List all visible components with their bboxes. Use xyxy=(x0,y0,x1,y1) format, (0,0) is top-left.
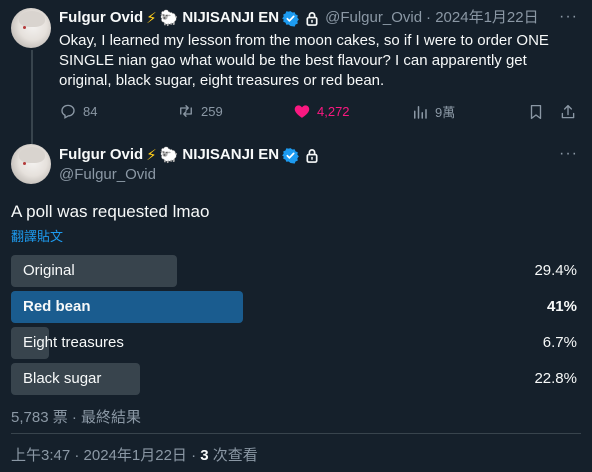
tweet-date[interactable]: · 2024年1月22日 xyxy=(426,8,539,28)
main-author-row: Fulgur Ovid ⚡ 🐑 NIJISANJI EN xyxy=(59,145,319,165)
more-options-icon[interactable]: ··· xyxy=(559,8,578,26)
poll-option: Red bean 41% xyxy=(11,291,577,323)
poll-option-label: Red bean xyxy=(23,298,91,315)
poll-option-percent: 41% xyxy=(546,298,577,315)
like-count: 4,272 xyxy=(317,103,350,119)
views-chart-icon xyxy=(414,105,427,119)
views-button[interactable]: 9萬 xyxy=(411,102,455,121)
handle[interactable]: @Fulgur_Ovid xyxy=(59,166,156,183)
translate-post-link[interactable]: 翻譯貼文 xyxy=(11,226,63,245)
poll-option-percent: 29.4% xyxy=(534,262,577,279)
display-name[interactable]: Fulgur Ovid xyxy=(59,8,143,28)
more-options-icon[interactable]: ··· xyxy=(559,145,578,163)
views-count: 9萬 xyxy=(435,105,456,120)
name-suffix[interactable]: NIJISANJI EN xyxy=(182,8,279,28)
poll-option-label: Black sugar xyxy=(23,370,102,387)
reply-count: 84 xyxy=(83,103,98,119)
poll-option: Eight treasures 6.7% xyxy=(11,327,577,359)
tweet-actions: 84 259 4,272 9萬 xyxy=(59,102,579,122)
retweet-icon xyxy=(180,105,192,117)
bookmark-icon[interactable] xyxy=(527,103,545,121)
sheep-icon: 🐑 xyxy=(159,9,179,27)
reply-button[interactable]: 84 xyxy=(59,102,97,120)
poll-option: Original 29.4% xyxy=(11,255,577,287)
poll-option-percent: 6.7% xyxy=(542,334,577,351)
lightning-icon: ⚡ xyxy=(146,146,157,164)
poll-option-label: Eight treasures xyxy=(23,334,124,351)
name-suffix[interactable]: NIJISANJI EN xyxy=(182,145,279,165)
lock-icon xyxy=(306,148,318,163)
divider xyxy=(11,433,581,434)
reply-icon xyxy=(61,104,75,119)
display-name[interactable]: Fulgur Ovid xyxy=(59,145,143,165)
parent-author-row: Fulgur Ovid ⚡ 🐑 NIJISANJI EN @Fulgur_Ovi… xyxy=(59,8,539,28)
timestamp-text: 上午3:47 · 2024年1月22日 · xyxy=(11,447,201,464)
tweet-text: Okay, I learned my lesson from the moon … xyxy=(59,32,549,89)
retweet-count: 259 xyxy=(201,103,223,119)
avatar[interactable] xyxy=(11,144,51,184)
like-button[interactable]: 4,272 xyxy=(293,102,350,120)
retweet-button[interactable]: 259 xyxy=(177,102,223,120)
tweet-text: A poll was requested lmao xyxy=(11,202,210,221)
views-label: 次查看 xyxy=(208,447,258,464)
sheep-icon: 🐑 xyxy=(159,146,179,164)
view-count: 3 xyxy=(200,447,209,464)
poll-meta: 5,783 票 · 最終結果 xyxy=(11,409,142,426)
thread-line xyxy=(31,50,33,144)
lock-icon xyxy=(306,11,318,26)
poll-option: Black sugar 22.8% xyxy=(11,363,577,395)
verified-badge-icon[interactable] xyxy=(282,147,299,164)
verified-badge-icon[interactable] xyxy=(282,10,299,27)
tweet-timestamp[interactable]: 上午3:47 · 2024年1月22日 · 3 次查看 xyxy=(11,444,258,465)
share-icon[interactable] xyxy=(559,103,577,121)
lightning-icon: ⚡ xyxy=(146,9,157,27)
poll-option-percent: 22.8% xyxy=(534,370,577,387)
heart-icon xyxy=(294,105,310,118)
handle[interactable]: @Fulgur_Ovid xyxy=(325,8,422,28)
poll-option-label: Original xyxy=(23,262,75,279)
avatar[interactable] xyxy=(11,8,51,48)
